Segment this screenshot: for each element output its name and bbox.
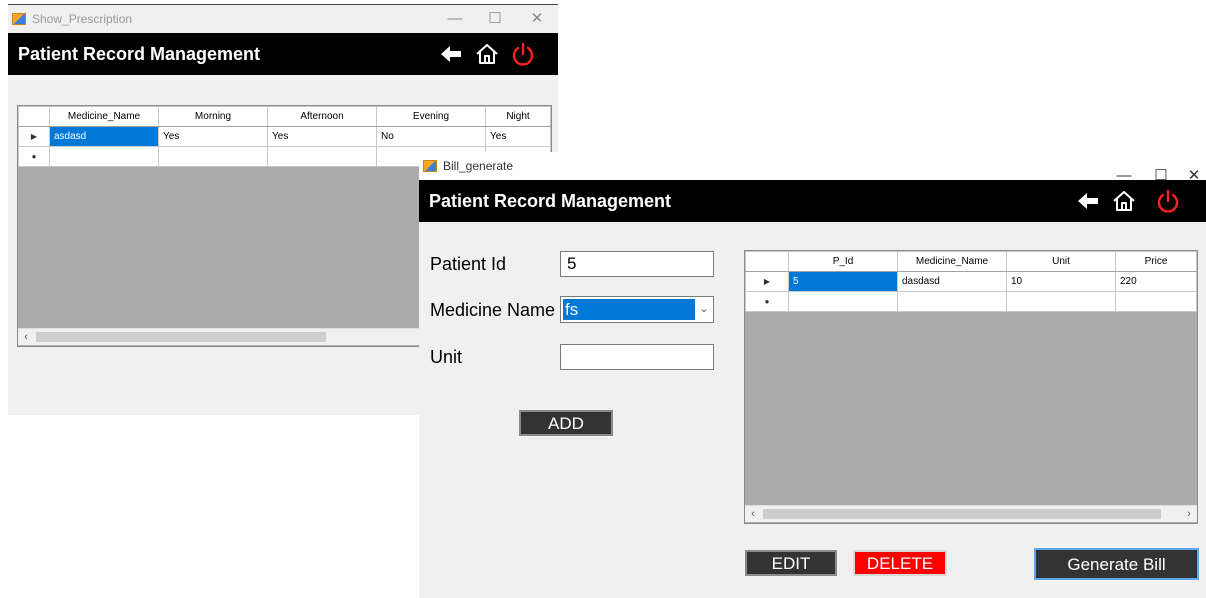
table-cell[interactable] bbox=[897, 291, 1007, 312]
table-cell[interactable]: No bbox=[376, 126, 486, 147]
new-row[interactable]: ● bbox=[745, 291, 1197, 312]
column-header[interactable]: Medicine_Name bbox=[897, 251, 1007, 272]
header-row: P_Id Medicine_Name Unit Price bbox=[745, 251, 1197, 272]
window-title: Bill_generate bbox=[443, 159, 514, 173]
table-row[interactable]: ▶ 5 dasdasd 10 220 bbox=[745, 271, 1197, 292]
table-cell[interactable]: 220 bbox=[1115, 271, 1197, 292]
current-row-icon: ▶ bbox=[18, 126, 50, 147]
scroll-thumb[interactable] bbox=[36, 332, 326, 342]
app-icon bbox=[12, 13, 26, 25]
generate-bill-button[interactable]: Generate Bill bbox=[1034, 548, 1199, 580]
unit-label: Unit bbox=[430, 347, 463, 367]
title-bar: Show_Prescription — ☐ ✕ bbox=[8, 5, 558, 33]
title-bar: Bill_generate — ☐ ✕ bbox=[419, 152, 1206, 184]
medicine-name-combobox[interactable]: fs ⌄ bbox=[560, 296, 714, 323]
delete-button[interactable]: DELETE bbox=[853, 550, 947, 576]
corner-cell bbox=[745, 251, 789, 272]
table-cell[interactable] bbox=[49, 146, 159, 167]
maximize-button[interactable]: ☐ bbox=[480, 5, 510, 33]
scroll-left-icon[interactable]: ‹ bbox=[745, 506, 761, 522]
edit-button[interactable]: EDIT bbox=[745, 550, 837, 576]
table-row[interactable]: ▶ asdasd Yes Yes No Yes bbox=[18, 126, 551, 147]
app-banner: Patient Record Management bbox=[8, 33, 558, 75]
close-button[interactable]: ✕ bbox=[522, 5, 552, 33]
column-header[interactable]: Price bbox=[1115, 251, 1197, 272]
table-cell[interactable]: 5 bbox=[788, 271, 898, 292]
column-header[interactable]: Morning bbox=[158, 106, 268, 127]
home-icon[interactable] bbox=[1111, 188, 1137, 214]
back-arrow-icon[interactable] bbox=[438, 41, 464, 67]
patient-id-input[interactable] bbox=[560, 251, 714, 277]
table-cell[interactable]: Yes bbox=[485, 126, 551, 147]
unit-input[interactable] bbox=[560, 344, 714, 370]
scroll-right-icon[interactable]: › bbox=[1181, 506, 1197, 522]
current-row-icon: ▶ bbox=[745, 271, 789, 292]
corner-cell bbox=[18, 106, 50, 127]
column-header[interactable]: Evening bbox=[376, 106, 486, 127]
power-icon[interactable] bbox=[1155, 188, 1181, 214]
new-row-icon: ● bbox=[745, 291, 789, 312]
bill-table: P_Id Medicine_Name Unit Price ▶ 5 dasdas… bbox=[745, 251, 1197, 312]
horizontal-scrollbar[interactable]: ‹ › bbox=[745, 505, 1197, 522]
add-button[interactable]: ADD bbox=[519, 410, 613, 436]
column-header[interactable]: Unit bbox=[1006, 251, 1116, 272]
app-banner: Patient Record Management bbox=[419, 180, 1206, 222]
scroll-thumb[interactable] bbox=[763, 509, 1161, 519]
back-arrow-icon[interactable] bbox=[1075, 188, 1101, 214]
column-header[interactable]: Night bbox=[485, 106, 551, 127]
app-icon bbox=[423, 160, 437, 172]
header-row: Medicine_Name Morning Afternoon Evening … bbox=[18, 106, 551, 127]
banner-title: Patient Record Management bbox=[429, 191, 672, 211]
column-header[interactable]: Medicine_Name bbox=[49, 106, 159, 127]
table-cell[interactable]: Yes bbox=[267, 126, 377, 147]
column-header[interactable]: Afternoon bbox=[267, 106, 377, 127]
banner-title: Patient Record Management bbox=[18, 44, 261, 64]
home-icon[interactable] bbox=[474, 41, 500, 67]
table-cell[interactable]: asdasd bbox=[49, 126, 159, 147]
medicine-name-label: Medicine Name bbox=[430, 300, 556, 320]
table-cell[interactable] bbox=[1006, 291, 1116, 312]
table-cell[interactable]: dasdasd bbox=[897, 271, 1007, 292]
bill-grid[interactable]: P_Id Medicine_Name Unit Price ▶ 5 dasdas… bbox=[744, 250, 1198, 524]
chevron-down-icon[interactable]: ⌄ bbox=[695, 297, 713, 322]
column-header[interactable]: P_Id bbox=[788, 251, 898, 272]
table-cell[interactable]: Yes bbox=[158, 126, 268, 147]
table-cell[interactable]: 10 bbox=[1006, 271, 1116, 292]
minimize-button[interactable]: — bbox=[440, 5, 470, 33]
scroll-left-icon[interactable]: ‹ bbox=[18, 329, 34, 345]
medicine-name-selected: fs bbox=[563, 299, 695, 320]
new-row-icon: ● bbox=[18, 146, 50, 167]
power-icon[interactable] bbox=[510, 41, 536, 67]
window-title: Show_Prescription bbox=[32, 12, 133, 26]
table-cell[interactable] bbox=[1115, 291, 1197, 312]
patient-id-label: Patient Id bbox=[430, 254, 507, 274]
table-cell[interactable] bbox=[267, 146, 377, 167]
bill-generate-window: Bill_generate — ☐ ✕ Patient Record Manag… bbox=[419, 152, 1206, 598]
table-cell[interactable] bbox=[158, 146, 268, 167]
table-cell[interactable] bbox=[788, 291, 898, 312]
